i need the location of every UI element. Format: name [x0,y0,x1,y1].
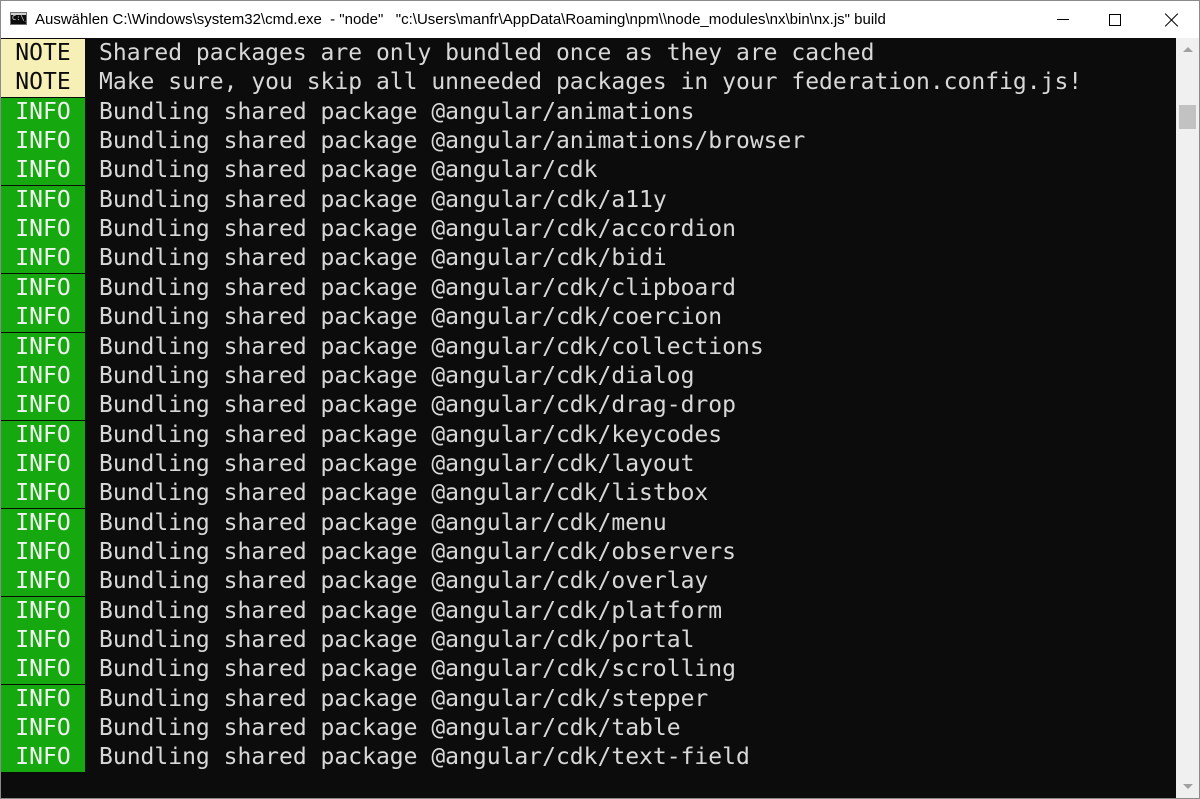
console-line: INFO Bundling shared package @angular/cdk… [1,244,1176,273]
info-badge: INFO [1,244,85,273]
console-message: Bundling shared package @angular/cdk/pla… [99,598,723,624]
console-message: Bundling shared package @angular/cdk/bid… [99,245,667,271]
console-message: Bundling shared package @angular/cdk/scr… [99,656,736,682]
console-line: INFO Bundling shared package @angular/cdk… [1,714,1176,743]
console-message: Bundling shared package @angular/cdk/ove… [99,568,709,594]
console-line: INFO Bundling shared package @angular/cdk… [1,597,1176,626]
console-line: NOTE Shared packages are only bundled onc… [1,39,1176,68]
console-message: Bundling shared package @angular/cdk/cli… [99,275,736,301]
info-badge: INFO [1,186,85,215]
cmd-icon[interactable]: C:\_ [10,12,27,25]
console-message: Bundling shared package @angular/cdk/col… [99,334,764,360]
console-message: Bundling shared package @angular/cdk/coe… [99,304,723,330]
console-message: Bundling shared package @angular/cdk/tab… [99,715,681,741]
info-badge: INFO [1,98,85,127]
arrow-up-icon [1182,47,1193,52]
scroll-up-button[interactable] [1176,38,1199,61]
console-line: INFO Bundling shared package @angular/cdk… [1,567,1176,596]
console-line: INFO Bundling shared package @angular/cdk… [1,626,1176,655]
maximize-button[interactable] [1087,1,1143,38]
console-line: INFO Bundling shared package @angular/cdk… [1,186,1176,215]
console-message: Bundling shared package @angular/cdk/por… [99,627,695,653]
info-badge: INFO [1,156,85,185]
vertical-scrollbar[interactable] [1176,38,1199,798]
console-window: C:\_ Auswählen C:\Windows\system32\cmd.e… [0,0,1200,799]
info-badge: INFO [1,626,85,655]
close-button[interactable] [1143,1,1199,38]
console-output[interactable]: NOTE Shared packages are only bundled onc… [1,38,1176,798]
note-badge: NOTE [1,39,85,68]
info-badge: INFO [1,567,85,596]
info-badge: INFO [1,597,85,626]
console-line: INFO Bundling shared package @angular/cdk… [1,215,1176,244]
console-line: INFO Bundling shared package @angular/cdk… [1,509,1176,538]
console-line: INFO Bundling shared package @angular/cdk… [1,655,1176,684]
console-line: NOTE Make sure, you skip all unneeded pac… [1,68,1176,97]
info-badge: INFO [1,127,85,156]
console-line: INFO Bundling shared package @angular/cdk… [1,303,1176,332]
console-message: Bundling shared package @angular/cdk/men… [99,510,667,536]
title-bar[interactable]: C:\_ Auswählen C:\Windows\system32\cmd.e… [1,1,1199,38]
info-badge: INFO [1,538,85,567]
info-badge: INFO [1,274,85,303]
info-badge: INFO [1,303,85,332]
console-message: Bundling shared package @angular/cdk/ste… [99,686,709,712]
console-line: INFO Bundling shared package @angular/cdk [1,156,1176,185]
console-line: INFO Bundling shared package @angular/cdk… [1,274,1176,303]
console-line: INFO Bundling shared package @angular/ani… [1,98,1176,127]
info-badge: INFO [1,714,85,743]
console-line: INFO Bundling shared package @angular/cdk… [1,538,1176,567]
info-badge: INFO [1,450,85,479]
console-message: Bundling shared package @angular/cdk/obs… [99,539,736,565]
note-badge: NOTE [1,68,85,97]
info-badge: INFO [1,479,85,508]
info-badge: INFO [1,333,85,362]
scroll-down-button[interactable] [1176,775,1199,798]
console-line: INFO Bundling shared package @angular/ani… [1,127,1176,156]
info-badge: INFO [1,685,85,714]
scroll-thumb[interactable] [1179,105,1196,129]
console-line: INFO Bundling shared package @angular/cdk… [1,685,1176,714]
minimize-button[interactable] [1035,1,1091,38]
console-message: Shared packages are only bundled once as… [99,40,875,66]
console-message: Bundling shared package @angular/cdk/key… [99,422,723,448]
console-line: INFO Bundling shared package @angular/cdk… [1,421,1176,450]
console-message: Bundling shared package @angular/cdk/lis… [99,480,709,506]
close-icon [1164,13,1178,27]
info-badge: INFO [1,743,85,772]
info-badge: INFO [1,655,85,684]
console-message: Bundling shared package @angular/cdk/acc… [99,216,736,242]
console-line: INFO Bundling shared package @angular/cdk… [1,743,1176,772]
console-line: INFO Bundling shared package @angular/cdk… [1,479,1176,508]
console-message: Bundling shared package @angular/cdk/tex… [99,744,750,770]
console-line: INFO Bundling shared package @angular/cdk… [1,450,1176,479]
arrow-down-icon [1182,784,1193,789]
info-badge: INFO [1,215,85,244]
console-message: Bundling shared package @angular/animati… [99,128,806,154]
info-badge: INFO [1,362,85,391]
console-line: INFO Bundling shared package @angular/cdk… [1,362,1176,391]
console-line: INFO Bundling shared package @angular/cdk… [1,333,1176,362]
info-badge: INFO [1,509,85,538]
info-badge: INFO [1,421,85,450]
console-message: Make sure, you skip all unneeded package… [99,69,1083,95]
console-message: Bundling shared package @angular/cdk/lay… [99,451,695,477]
info-badge: INFO [1,391,85,420]
console-message: Bundling shared package @angular/animati… [99,99,695,125]
maximize-icon [1109,13,1121,26]
console-message: Bundling shared package @angular/cdk/dra… [99,392,736,418]
minimize-icon [1057,19,1069,20]
console-line: INFO Bundling shared package @angular/cdk… [1,391,1176,420]
console-message: Bundling shared package @angular/cdk/a11… [99,187,667,213]
window-title: Auswählen C:\Windows\system32\cmd.exe - … [35,11,886,28]
console-message: Bundling shared package @angular/cdk [99,157,598,183]
console-message: Bundling shared package @angular/cdk/dia… [99,363,695,389]
